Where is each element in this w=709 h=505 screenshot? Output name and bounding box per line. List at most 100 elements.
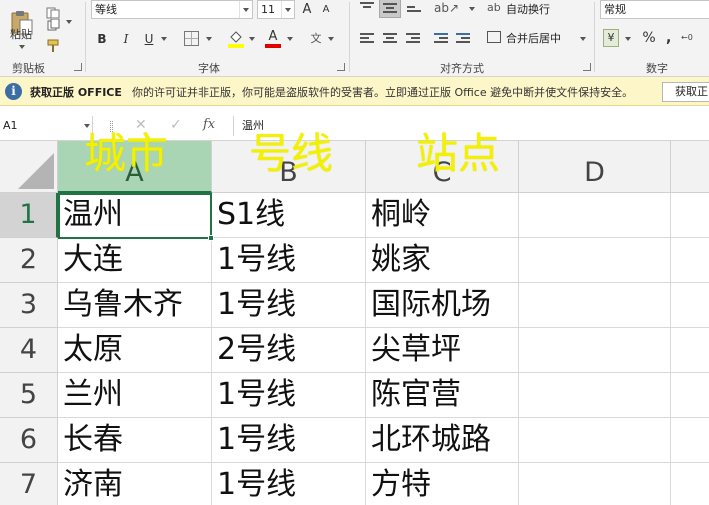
cell-b4[interactable]: 2号线	[212, 328, 366, 373]
cut-icon[interactable]	[46, 4, 60, 19]
phonetic-dropdown-icon[interactable]	[328, 37, 334, 41]
orientation-icon[interactable]: ab↗	[434, 1, 459, 15]
align-bottom-icon[interactable]	[407, 2, 421, 14]
cell-e1[interactable]	[671, 193, 709, 238]
alignment-launcher-icon[interactable]	[583, 63, 591, 71]
clipboard-launcher-icon[interactable]	[74, 63, 82, 71]
cell-c5[interactable]: 陈官营	[366, 373, 519, 418]
cell-e4[interactable]	[671, 328, 709, 373]
fill-color-dropdown-icon[interactable]	[249, 37, 255, 41]
underline-label: U	[144, 32, 154, 46]
accounting-dropdown-icon[interactable]	[625, 37, 631, 41]
row-header-4[interactable]: 4	[0, 328, 58, 373]
cell-b2[interactable]: 1号线	[212, 238, 366, 283]
chevron-down-icon[interactable]	[239, 1, 252, 18]
cell-e7[interactable]	[671, 463, 709, 505]
cell-a3[interactable]: 乌鲁木齐	[58, 283, 212, 328]
align-right-icon[interactable]	[406, 33, 420, 45]
cell-d2[interactable]	[519, 238, 671, 283]
font-launcher-icon[interactable]	[337, 63, 345, 71]
cell-d1[interactable]	[519, 193, 671, 238]
cell-b7[interactable]: 1号线	[212, 463, 366, 505]
borders-dropdown-icon[interactable]	[206, 37, 212, 41]
get-genuine-button[interactable]: 获取正	[662, 82, 709, 102]
cell-d5[interactable]	[519, 373, 671, 418]
cell-c3[interactable]: 国际机场	[366, 283, 519, 328]
message-title: 获取正版 OFFICE	[30, 86, 122, 99]
increase-decimal-icon[interactable]: ←0	[681, 33, 693, 42]
percent-button[interactable]: %	[640, 29, 658, 47]
cell-a5[interactable]: 兰州	[58, 373, 212, 418]
divider	[85, 2, 86, 72]
paste-label[interactable]: 粘贴	[10, 26, 32, 42]
insert-function-icon[interactable]: fx	[203, 117, 215, 132]
phonetic-icon[interactable]: 文	[308, 30, 324, 48]
increase-indent-icon[interactable]	[456, 33, 470, 45]
cell-e5[interactable]	[671, 373, 709, 418]
underline-dropdown-icon[interactable]	[161, 37, 167, 41]
cell-e6[interactable]	[671, 418, 709, 463]
merge-dropdown-icon[interactable]	[580, 37, 586, 41]
column-header-e[interactable]	[671, 141, 709, 193]
align-left-icon[interactable]	[360, 33, 374, 45]
cell-a6[interactable]: 长春	[58, 418, 212, 463]
italic-button[interactable]: I	[117, 30, 135, 48]
font-size-select[interactable]: 11	[257, 0, 295, 19]
underline-button[interactable]: U	[140, 30, 158, 48]
cell-e3[interactable]	[671, 283, 709, 328]
number-format-select[interactable]: 常规	[600, 0, 709, 19]
annotation-station: 站点	[416, 129, 501, 178]
orientation-dropdown-icon[interactable]	[469, 7, 475, 11]
name-box[interactable]: A1	[0, 116, 93, 136]
font-color-dropdown-icon[interactable]	[287, 37, 293, 41]
format-painter-icon[interactable]	[46, 38, 60, 52]
row-header-6[interactable]: 6	[0, 418, 58, 463]
font-color-icon[interactable]: A	[265, 29, 281, 48]
row-header-7[interactable]: 7	[0, 463, 58, 505]
row-header-2[interactable]: 2	[0, 238, 58, 283]
cell-b3[interactable]: 1号线	[212, 283, 366, 328]
cell-c1[interactable]: 桐岭	[366, 193, 519, 238]
align-center-icon[interactable]	[383, 33, 397, 45]
enter-icon[interactable]: ✓	[170, 117, 182, 133]
cell-a7[interactable]: 济南	[58, 463, 212, 505]
cell-c2[interactable]: 姚家	[366, 238, 519, 283]
decrease-indent-icon[interactable]	[434, 33, 448, 45]
cell-c6[interactable]: 北环城路	[366, 418, 519, 463]
cell-d3[interactable]	[519, 283, 671, 328]
cell-d4[interactable]	[519, 328, 671, 373]
fill-color-icon[interactable]	[228, 29, 244, 48]
percent-label: %	[642, 30, 656, 46]
cell-e2[interactable]	[671, 238, 709, 283]
shrink-font-button[interactable]: A	[318, 1, 334, 17]
align-middle-button[interactable]	[379, 0, 401, 18]
align-top-icon[interactable]	[360, 2, 374, 14]
row-header-3[interactable]: 3	[0, 283, 58, 328]
cell-d7[interactable]	[519, 463, 671, 505]
copy-dropdown-icon[interactable]	[66, 20, 72, 24]
cell-c4[interactable]: 尖草坪	[366, 328, 519, 373]
font-name-select[interactable]: 等线	[91, 0, 253, 19]
cell-c7[interactable]: 方特	[366, 463, 519, 505]
cell-b1[interactable]: S1线	[212, 193, 366, 238]
column-header-d[interactable]: D	[519, 141, 671, 193]
cell-d6[interactable]	[519, 418, 671, 463]
copy-icon[interactable]	[46, 16, 60, 31]
accounting-format-icon[interactable]: ¥	[603, 29, 619, 47]
row-header-5[interactable]: 5	[0, 373, 58, 418]
divider	[349, 2, 350, 72]
cell-a2[interactable]: 大连	[58, 238, 212, 283]
cell-b5[interactable]: 1号线	[212, 373, 366, 418]
chevron-down-icon[interactable]	[281, 1, 294, 18]
borders-icon[interactable]	[184, 31, 199, 46]
bold-button[interactable]: B	[93, 30, 111, 48]
paste-dropdown-icon[interactable]	[19, 45, 25, 49]
cell-a1[interactable]: 温州	[58, 193, 212, 238]
cell-a4[interactable]: 太原	[58, 328, 212, 373]
wrap-text-icon: ab	[487, 1, 501, 14]
cell-b6[interactable]: 1号线	[212, 418, 366, 463]
grow-font-button[interactable]: A	[299, 1, 315, 17]
comma-style-icon[interactable]: ,	[666, 30, 671, 46]
row-header-1[interactable]: 1	[0, 193, 58, 238]
select-all-button[interactable]	[0, 141, 58, 193]
